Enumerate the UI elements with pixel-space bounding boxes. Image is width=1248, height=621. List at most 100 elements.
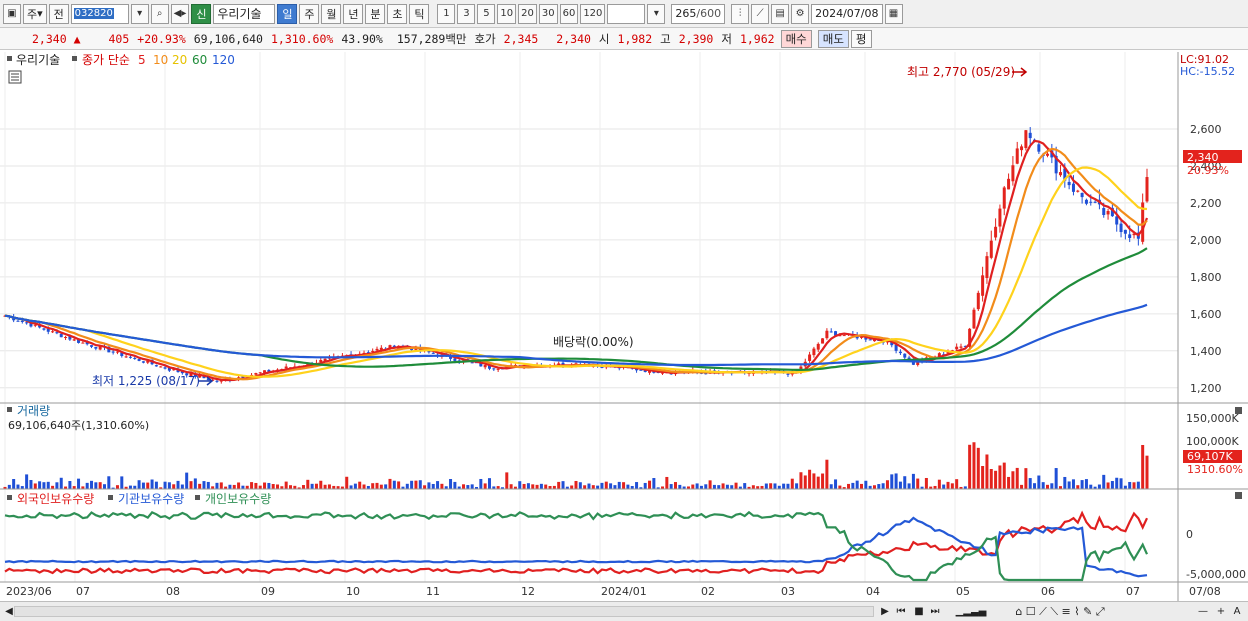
tab-year[interactable]: 년 (343, 3, 364, 24)
interval-dropdown-icon[interactable]: ▾ (647, 3, 666, 24)
interval-3[interactable]: 3 (457, 3, 476, 24)
volume-bar (358, 481, 362, 489)
volume-bar (669, 484, 673, 489)
volume-bar (894, 473, 898, 489)
volume-bar (284, 481, 288, 489)
x-axis-label: 04 (866, 585, 880, 598)
x-axis-label: 03 (781, 585, 795, 598)
interval-120[interactable]: 120 (580, 3, 606, 24)
line-tool-icon[interactable]: ⟋ (751, 3, 770, 24)
stock-name-field[interactable]: 우리기술 (213, 3, 276, 24)
volume-bar (609, 483, 613, 489)
tab-tick[interactable]: 틱 (409, 3, 430, 24)
x-axis-label: 07 (1126, 585, 1140, 598)
chart-scrollbar[interactable]: ◀ ▶ ⏮ ■ ⏭ ▁▂▃▄ ⌂ ☐ ⟋ ⟍ ≡ ⌇ ✎ ⤢ — + A (0, 601, 1248, 621)
volume-bar (583, 485, 587, 489)
candle-body (137, 359, 141, 361)
candle-body (829, 331, 833, 333)
volume-bar (487, 478, 491, 489)
zoom-out-icon[interactable]: — (1196, 604, 1210, 619)
stop-icon[interactable]: ■ (912, 604, 926, 619)
volume-bar (59, 477, 63, 489)
volume-bar (803, 475, 807, 489)
last-volume-ratio: 1310.60% (1187, 463, 1243, 476)
tab-second[interactable]: 초 (387, 3, 408, 24)
volume-bar (557, 481, 561, 489)
candle-body (1119, 223, 1123, 233)
buy-button[interactable]: 매수 (780, 29, 812, 48)
candle-body (1089, 201, 1093, 203)
candle-body (72, 339, 76, 341)
scroll-track[interactable] (14, 606, 874, 617)
interval-10[interactable]: 10 (497, 3, 517, 24)
x-axis-label: 06 (1041, 585, 1055, 598)
stock-chart[interactable]: 우리기술 종가 단순 5 10 20 60 120 최고 2,770 (05/2… (0, 52, 1248, 601)
volume-bar (764, 483, 768, 489)
x-axis-label: 07 (76, 585, 90, 598)
volume-bar (397, 481, 401, 489)
candle-body (496, 368, 500, 370)
date-input[interactable]: 2024/07/08 (811, 3, 883, 24)
zoom-slider-icon[interactable]: ▁▂▃▄ (950, 604, 992, 619)
volume-bar (1041, 482, 1045, 489)
stock-code-input[interactable]: 032820 (70, 3, 129, 24)
tab-minute[interactable]: 분 (365, 3, 386, 24)
candle-body (989, 240, 993, 258)
speaker-icon[interactable]: ◀▸ (170, 3, 190, 24)
candle-body (786, 373, 790, 375)
tab-month[interactable]: 월 (321, 3, 342, 24)
volume-bar (808, 469, 812, 489)
interval-60[interactable]: 60 (559, 3, 579, 24)
gear-icon[interactable]: ⚙ (791, 3, 810, 24)
candle-body (81, 342, 85, 344)
save-icon[interactable]: ▤ (771, 3, 790, 24)
font-size-icon[interactable]: A (1230, 604, 1244, 619)
legend-bullet-icon (7, 495, 12, 500)
tab-day[interactable]: 일 (277, 3, 298, 24)
volume-bar (907, 483, 911, 489)
volume-bar (276, 484, 280, 489)
prev-button[interactable]: 전 (48, 3, 69, 24)
zoom-in-icon[interactable]: + (1214, 604, 1228, 619)
count-input[interactable]: 265/600 (671, 3, 726, 24)
code-dropdown-icon[interactable]: ▾ (130, 3, 149, 24)
volume-bar (730, 485, 734, 489)
volume-bar (38, 481, 42, 489)
search-icon[interactable]: ⌕ (150, 3, 169, 24)
volume-bar (85, 482, 89, 489)
calendar-icon[interactable]: ▦ (884, 3, 903, 24)
volume-bar (436, 481, 440, 489)
volume-bar (314, 483, 318, 489)
rewind-icon[interactable]: ⏮ (894, 604, 908, 619)
volume-bar (431, 483, 435, 489)
period-select[interactable]: 주 ▾ (23, 3, 47, 24)
scroll-right-icon[interactable]: ▶ (878, 604, 892, 619)
volume-bar (1115, 477, 1119, 489)
volume-bar (773, 483, 777, 489)
window-icon[interactable]: ▣ (3, 3, 21, 24)
interval-20[interactable]: 20 (518, 3, 537, 24)
volume-bar (864, 480, 868, 489)
sell-button[interactable]: 매도 (817, 29, 849, 48)
volume-bar (847, 483, 851, 489)
candle-icon[interactable]: ⫶ (731, 3, 750, 24)
average-button[interactable]: 평 (850, 29, 872, 48)
custom-interval-input[interactable] (607, 3, 646, 24)
candle-body (128, 356, 132, 358)
drawing-tools-icon[interactable]: ⌂ ☐ ⟋ ⟍ ≡ ⌇ ✎ ⤢ (1000, 604, 1120, 619)
volume-bar (1007, 476, 1011, 489)
interval-5[interactable]: 5 (477, 3, 496, 24)
interval-1[interactable]: 1 (437, 3, 456, 24)
price-tick-label: 2,600 (1190, 123, 1222, 136)
chart-toolbar: ▣ 주 ▾ 전 032820 ▾ ⌕ ◀▸ 신 우리기술 일 주 월 년 분 초 … (0, 0, 1248, 28)
volume-bar (937, 479, 941, 489)
volume-bar (46, 481, 50, 489)
price-pane-title: 우리기술 (16, 53, 60, 67)
interval-30[interactable]: 30 (538, 3, 558, 24)
tab-week[interactable]: 주 (299, 3, 320, 24)
pane-close-icon[interactable] (1235, 492, 1242, 499)
volume-bar (1084, 479, 1088, 489)
forward-icon[interactable]: ⏭ (928, 604, 942, 619)
volume-bar (1020, 484, 1024, 489)
volume-bar (1037, 475, 1041, 489)
